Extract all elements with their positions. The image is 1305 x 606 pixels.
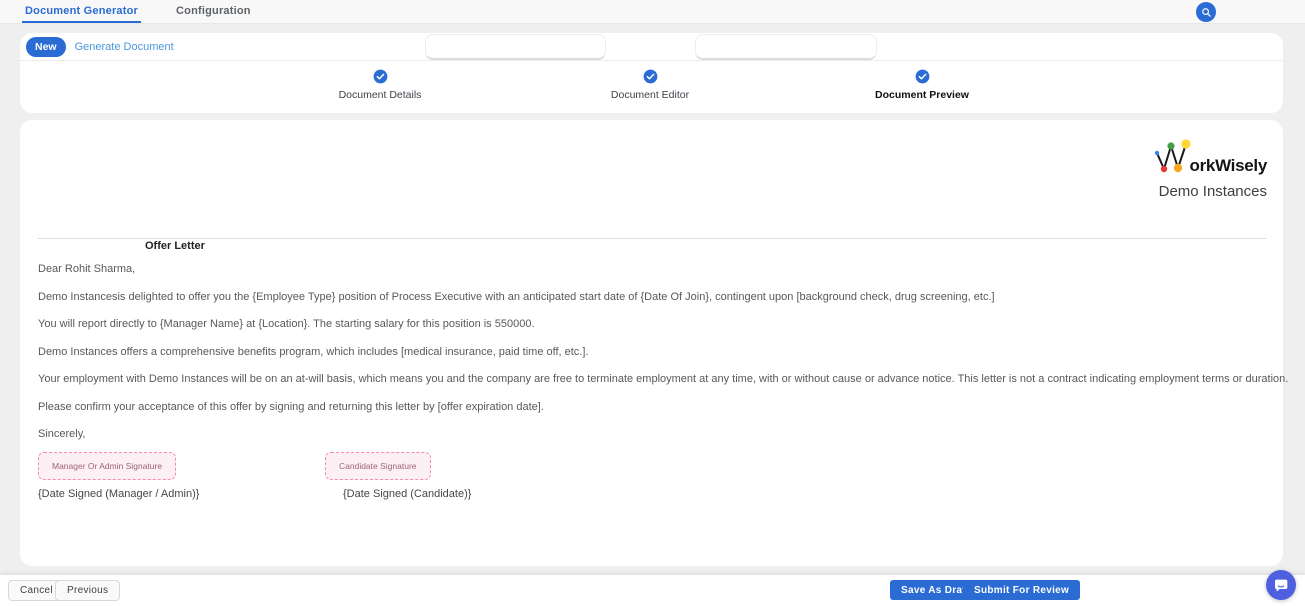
stepper: Document Details Document Editor Documen…: [20, 61, 1283, 113]
letter-paragraph: Demo Instances offers a comprehensive be…: [38, 339, 1268, 367]
document-divider: [38, 238, 1266, 239]
step-document-details[interactable]: Document Details: [300, 69, 460, 101]
previous-button[interactable]: Previous: [55, 580, 120, 601]
letter-paragraph: Sincerely,: [38, 421, 1268, 449]
breadcrumb: New Generate Document: [20, 33, 1283, 61]
step-label: Document Details: [339, 89, 422, 101]
document-title: Offer Letter: [145, 240, 205, 252]
step-completed-check-icon: [915, 69, 930, 84]
offer-letter-body: Dear Rohit Sharma, Demo Instancesis deli…: [38, 256, 1268, 449]
letter-paragraph: Please confirm your acceptance of this o…: [38, 394, 1268, 422]
chat-widget-button[interactable]: [1266, 570, 1296, 600]
workwisely-logo: orkWisely: [1149, 138, 1267, 175]
letter-paragraph: Dear Rohit Sharma,: [38, 256, 1268, 284]
candidate-signature-placeholder[interactable]: Candidate Signature: [325, 452, 431, 480]
tab-document-generator[interactable]: Document Generator: [22, 0, 141, 23]
letter-paragraph: Your employment with Demo Instances will…: [38, 366, 1268, 394]
tab-configuration[interactable]: Configuration: [173, 0, 254, 23]
workwisely-wordmark: orkWisely: [1190, 157, 1267, 175]
search-button[interactable]: [1196, 2, 1216, 22]
company-logo-block: orkWisely Demo Instances: [1149, 138, 1267, 200]
manager-date-signed-label: {Date Signed (Manager / Admin)}: [38, 488, 199, 500]
step-completed-check-icon: [643, 69, 658, 84]
step-document-editor[interactable]: Document Editor: [570, 69, 730, 101]
company-name: Demo Instances: [1149, 183, 1267, 200]
candidate-date-signed-label: {Date Signed (Candidate)}: [343, 488, 471, 500]
manager-signature-placeholder[interactable]: Manager Or Admin Signature: [38, 452, 176, 480]
breadcrumb-generate-document[interactable]: Generate Document: [75, 41, 174, 53]
step-completed-check-icon: [373, 69, 388, 84]
top-tab-bar: Document Generator Configuration: [0, 0, 1305, 24]
stepper-connector-2: [695, 34, 877, 60]
footer-action-bar: Cancel Previous Save As Draft Submit For…: [0, 575, 1305, 606]
document-preview-card: orkWisely Demo Instances Offer Letter De…: [20, 120, 1283, 566]
step-document-preview[interactable]: Document Preview: [842, 69, 1002, 101]
step-label: Document Editor: [611, 89, 689, 101]
status-badge-new: New: [26, 37, 66, 57]
letter-paragraph: You will report directly to {Manager Nam…: [38, 311, 1268, 339]
submit-for-review-button[interactable]: Submit For Review: [963, 580, 1080, 600]
generator-header-card: New Generate Document Document Details D…: [20, 33, 1283, 113]
step-label: Document Preview: [875, 89, 969, 101]
candidate-signature-column: Candidate Signature: [325, 452, 431, 480]
manager-signature-column: Manager Or Admin Signature: [38, 452, 176, 480]
chat-bubble-icon: [1273, 577, 1289, 593]
stepper-connector-1: [425, 34, 606, 60]
letter-paragraph: Demo Instancesis delighted to offer you …: [38, 284, 1268, 312]
search-icon: [1201, 7, 1212, 18]
